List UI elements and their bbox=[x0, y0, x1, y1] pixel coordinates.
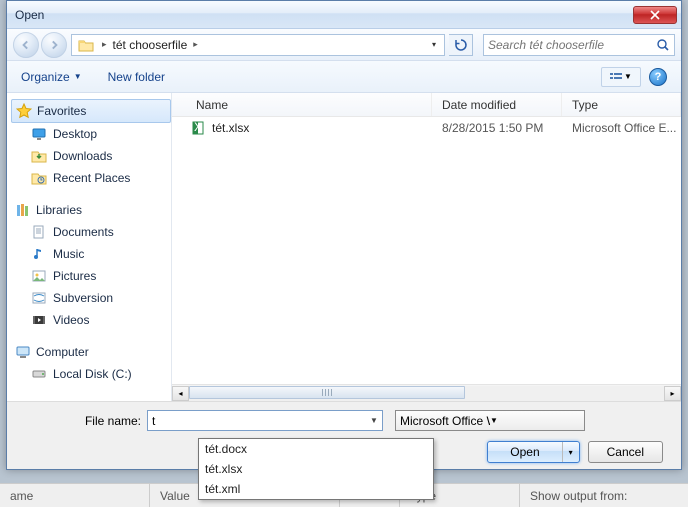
organize-menu[interactable]: Organize ▼ bbox=[21, 70, 82, 84]
underbar-name: ame bbox=[0, 484, 150, 507]
svg-text:X: X bbox=[194, 120, 202, 134]
sidebar-group-favorites[interactable]: Favorites bbox=[11, 99, 171, 123]
recent-icon bbox=[31, 170, 47, 186]
back-button[interactable] bbox=[13, 32, 39, 58]
libraries-icon bbox=[15, 202, 31, 218]
computer-icon bbox=[15, 344, 31, 360]
toolbar: Organize ▼ New folder ▼ ? bbox=[7, 61, 681, 93]
file-list: Name Date modified Type Xtét.xlsx 8/28/2… bbox=[172, 93, 681, 401]
filetype-select[interactable]: Microsoft Office Word Docume ▼ bbox=[395, 410, 585, 431]
open-split-icon[interactable]: ▾ bbox=[563, 448, 579, 457]
sidebar-item-localdisk[interactable]: Local Disk (C:) bbox=[11, 363, 171, 385]
desktop-icon bbox=[31, 126, 47, 142]
breadcrumb-dropdown-icon[interactable]: ▾ bbox=[426, 40, 442, 49]
nav-bar: ▸ tét chooserfile ▸ ▾ bbox=[7, 29, 681, 61]
scroll-left-button[interactable]: ◂ bbox=[172, 386, 189, 401]
scroll-thumb[interactable] bbox=[189, 386, 465, 399]
close-button[interactable] bbox=[633, 6, 677, 24]
breadcrumb-sep-icon: ▸ bbox=[98, 39, 111, 50]
xlsx-icon: X bbox=[190, 120, 206, 136]
autocomplete-option[interactable]: tét.docx bbox=[199, 439, 433, 459]
chevron-down-icon: ▼ bbox=[74, 72, 82, 81]
sidebar-item-pictures[interactable]: Pictures bbox=[11, 265, 171, 287]
help-button[interactable]: ? bbox=[649, 68, 667, 86]
view-mode-button[interactable]: ▼ bbox=[601, 67, 641, 87]
underbar-output: Show output from: bbox=[520, 489, 688, 503]
new-folder-button[interactable]: New folder bbox=[108, 70, 165, 84]
horizontal-scrollbar[interactable]: ◂ ▸ bbox=[172, 384, 681, 401]
music-icon bbox=[31, 246, 47, 262]
refresh-button[interactable] bbox=[449, 34, 473, 56]
open-dialog: Open ▸ tét chooserfile ▸ ▾ bbox=[6, 0, 682, 470]
downloads-icon bbox=[31, 148, 47, 164]
col-name[interactable]: Name bbox=[172, 93, 432, 116]
search-icon bbox=[656, 38, 670, 52]
cancel-button[interactable]: Cancel bbox=[588, 441, 663, 463]
filename-input[interactable] bbox=[147, 410, 383, 431]
col-date[interactable]: Date modified bbox=[432, 93, 562, 116]
sidebar-item-recent[interactable]: Recent Places bbox=[11, 167, 171, 189]
sidebar-group-libraries[interactable]: Libraries bbox=[11, 199, 171, 221]
scroll-right-button[interactable]: ▸ bbox=[664, 386, 681, 401]
sidebar[interactable]: Favorites Desktop Downloads Recent Place… bbox=[7, 93, 172, 401]
autocomplete-option[interactable]: tét.xlsx bbox=[199, 459, 433, 479]
star-icon bbox=[16, 103, 32, 119]
sidebar-item-subversion[interactable]: Subversion bbox=[11, 287, 171, 309]
sidebar-item-desktop[interactable]: Desktop bbox=[11, 123, 171, 145]
file-row[interactable]: Xtét.xlsx 8/28/2015 1:50 PM Microsoft Of… bbox=[172, 117, 681, 139]
sidebar-group-computer[interactable]: Computer bbox=[11, 341, 171, 363]
titlebar: Open bbox=[7, 1, 681, 29]
search-box[interactable] bbox=[483, 34, 675, 56]
search-input[interactable] bbox=[488, 38, 656, 52]
pictures-icon bbox=[31, 268, 47, 284]
column-headers[interactable]: Name Date modified Type bbox=[172, 93, 681, 117]
sidebar-item-videos[interactable]: Videos bbox=[11, 309, 171, 331]
videos-icon bbox=[31, 312, 47, 328]
open-button[interactable]: Open ▾ bbox=[487, 441, 579, 463]
autocomplete-popup[interactable]: tét.docx tét.xlsx tét.xml bbox=[198, 438, 434, 500]
subversion-icon bbox=[31, 290, 47, 306]
filename-dropdown-icon[interactable]: ▼ bbox=[366, 411, 382, 430]
filename-label: File name: bbox=[21, 414, 141, 428]
breadcrumb[interactable]: ▸ tét chooserfile ▸ ▾ bbox=[71, 34, 445, 56]
documents-icon bbox=[31, 224, 47, 240]
drive-icon bbox=[31, 366, 47, 382]
chevron-down-icon: ▼ bbox=[624, 72, 632, 81]
breadcrumb-segment[interactable]: tét chooserfile bbox=[111, 38, 190, 52]
folder-icon bbox=[78, 38, 94, 52]
breadcrumb-sep-icon: ▸ bbox=[189, 39, 202, 50]
autocomplete-option[interactable]: tét.xml bbox=[199, 479, 433, 499]
forward-button[interactable] bbox=[41, 32, 67, 58]
sidebar-item-documents[interactable]: Documents bbox=[11, 221, 171, 243]
sidebar-item-downloads[interactable]: Downloads bbox=[11, 145, 171, 167]
col-type[interactable]: Type bbox=[562, 93, 681, 116]
sidebar-item-music[interactable]: Music bbox=[11, 243, 171, 265]
window-title: Open bbox=[15, 8, 631, 22]
chevron-down-icon: ▼ bbox=[490, 416, 580, 425]
